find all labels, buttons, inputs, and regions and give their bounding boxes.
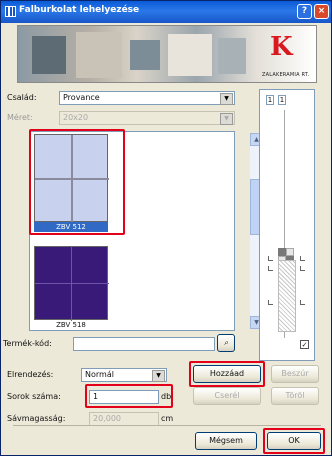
search-icon[interactable]: ⌕ [217, 334, 235, 352]
banner-photo [76, 32, 122, 78]
wall-preview-panel[interactable]: 1 1 ✓ [259, 89, 315, 361]
dialog-window: Falburkolat lehelyezése ? × K ZALAKERAMI… [0, 0, 332, 456]
marker-icon [300, 300, 305, 305]
marker-icon [268, 256, 273, 261]
spin-field-a[interactable]: 1 [266, 95, 274, 105]
rows-label: Sorok száma: [7, 392, 61, 401]
marker-icon [300, 256, 305, 261]
brand-logo-text: ZALAKERAMIA RT. [262, 72, 310, 78]
highlight-selected-tile [29, 129, 125, 235]
size-value: 20x20 [63, 113, 89, 122]
spin-field-b[interactable]: 1 [278, 95, 286, 105]
wall-hatch [278, 260, 296, 332]
band-height-label: Sávmagasság: [7, 414, 66, 423]
highlight-add [189, 361, 265, 387]
brand-logo-letter: K [270, 32, 293, 62]
family-value: Provance [63, 93, 100, 102]
chevron-down-icon[interactable]: ▼ [220, 93, 233, 105]
family-select[interactable]: Provance ▼ [59, 91, 235, 105]
marker-icon [268, 300, 273, 305]
tile-preview-cell [286, 248, 294, 256]
chevron-down-icon[interactable]: ▼ [220, 113, 233, 125]
highlight-rows [85, 384, 173, 408]
banner-image: K ZALAKERAMIA RT. [17, 25, 317, 83]
marker-icon [268, 266, 273, 271]
insert-button[interactable]: Beszúr [271, 365, 319, 383]
preview-checkbox[interactable]: ✓ [300, 340, 309, 349]
close-button[interactable]: × [314, 4, 329, 19]
chevron-down-icon[interactable]: ▼ [152, 370, 165, 382]
layout-label: Elrendezés: [7, 370, 54, 379]
product-code-label: Termék-kód: [3, 339, 52, 348]
banner-photo [168, 34, 212, 76]
divider [13, 425, 321, 426]
banner-photo [130, 40, 160, 70]
band-height-input[interactable]: 20,000 [89, 412, 159, 426]
delete-button[interactable]: Töröl [271, 387, 319, 405]
banner-photo [218, 38, 246, 74]
highlight-ok [263, 428, 325, 454]
cancel-button[interactable]: Mégsem [195, 432, 257, 450]
tile-preview-cell [278, 248, 286, 256]
marker-icon [300, 266, 305, 271]
band-height-unit: cm [161, 414, 174, 423]
banner-photo [32, 36, 66, 74]
title-bar[interactable]: Falburkolat lehelyezése ? × [1, 1, 331, 23]
family-label: Család: [7, 93, 37, 102]
product-code-input[interactable] [73, 337, 215, 351]
size-select[interactable]: 20x20 ▼ [59, 111, 235, 125]
window-title: Falburkolat lehelyezése [19, 5, 140, 15]
help-button[interactable]: ? [297, 4, 312, 19]
layout-value: Normál [85, 370, 114, 379]
tile-swatch-zbv518[interactable] [34, 246, 109, 321]
replace-button[interactable]: Cserél [193, 387, 261, 405]
size-label: Méret: [7, 113, 33, 122]
tile-caption[interactable]: ZBV 518 [34, 320, 108, 330]
app-icon [5, 6, 16, 17]
layout-select[interactable]: Normál ▼ [81, 368, 167, 382]
